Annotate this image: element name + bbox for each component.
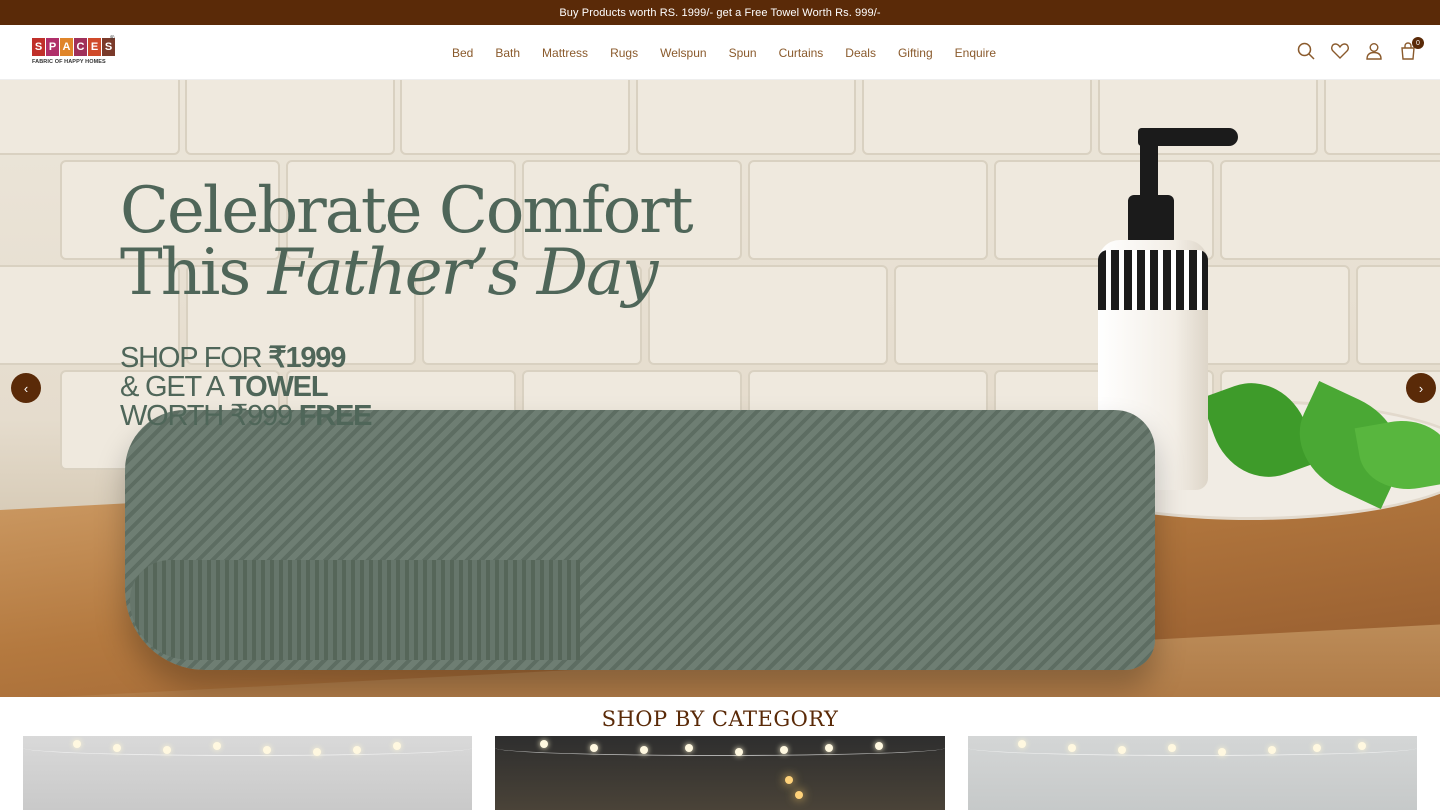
nav-item-bed[interactable]: Bed [452,46,473,60]
bag-icon[interactable]: 0 [1398,37,1424,61]
cart-count-badge: 0 [1412,37,1424,49]
light-bulb [263,746,271,754]
logo-letter: A [60,38,73,56]
category-cards [23,736,1417,810]
hero-title-line2: This Father’s Day [120,241,692,305]
bottle-label-band [1098,250,1208,310]
light-bulb [640,746,648,754]
logo-letter: P [46,38,59,56]
light-bulb [875,742,883,750]
wall-brick [400,80,630,155]
chevron-left-icon: ‹ [23,380,29,396]
nav-item-deals[interactable]: Deals [845,46,876,60]
offer-line-2-bold: TOWEL [229,371,328,403]
logo-letter: E [88,38,101,56]
carousel-prev-button[interactable]: ‹ [11,373,41,403]
nav-item-mattress[interactable]: Mattress [542,46,588,60]
logo-tagline: FABRIC OF HAPPY HOMES [32,59,106,65]
category-card[interactable] [23,736,472,810]
light-bulb [590,744,598,752]
wall-brick [748,160,988,260]
offer-line-3-bold: FREE [298,400,373,432]
hero-title-line2-plain: This [120,236,268,310]
search-icon[interactable] [1296,41,1316,61]
announcement-bar: Buy Products worth RS. 1999/- get a Free… [0,0,1440,25]
main-nav: Bed Bath Mattress Rugs Welspun Spun Curt… [452,25,996,80]
light-bulb [73,740,81,748]
pump-stem [1140,136,1158,198]
light-bulb [1168,744,1176,752]
nav-item-bath[interactable]: Bath [495,46,520,60]
string-lights [968,740,1417,756]
wall-brick [636,80,856,155]
light-bulb [780,746,788,754]
nav-item-spun[interactable]: Spun [729,46,757,60]
site-header: S P A C E S ® FABRIC OF HAPPY HOMES Bed … [0,25,1440,80]
chevron-right-icon: › [1418,380,1424,396]
towel-fold [130,560,580,660]
light-bulb [1268,746,1276,754]
wall-brick [1324,80,1440,155]
announcement-text: Buy Products worth RS. 1999/- get a Free… [559,6,881,19]
offer-line-3: WORTH ₹999 FREE [120,400,373,432]
light-bulb [795,791,803,799]
wall-brick [1356,265,1440,365]
logo-letter: C [74,38,87,56]
nav-item-enquire[interactable]: Enquire [955,46,996,60]
heart-icon[interactable] [1330,41,1350,61]
offer-line-1-plain: SHOP FOR [120,342,269,374]
light-bulb [113,744,121,752]
light-bulb [213,742,221,750]
offer-line-3-plain: WORTH ₹999 [120,400,299,432]
wall-brick [894,265,1114,365]
light-bulb [1313,744,1321,752]
light-bulb [393,742,401,750]
wall-brick [185,80,395,155]
wall-brick [862,80,1092,155]
hero-title: Celebrate Comfort This Father’s Day [120,174,694,305]
light-bulb [540,740,548,748]
carousel-next-button[interactable]: › [1406,373,1436,403]
light-bulb [1218,748,1226,756]
category-card[interactable] [495,736,945,810]
header-icons: 0 [1296,37,1424,61]
hero-banner[interactable]: Celebrate Comfort This Father’s Day SHOP… [0,80,1440,697]
light-bulb [685,744,693,752]
hero-title-line1: Celebrate Comfort [120,174,694,248]
light-bulb [163,746,171,754]
nav-item-rugs[interactable]: Rugs [610,46,638,60]
offer-line-1: SHOP FOR ₹1999 [120,344,371,373]
user-icon[interactable] [1364,41,1384,61]
light-bulb [1068,744,1076,752]
light-bulb [1358,742,1366,750]
light-bulb [785,776,793,784]
light-bulb [1118,746,1126,754]
section-title: SHOP BY CATEGORY [601,707,839,731]
light-bulb [353,746,361,754]
nav-item-gifting[interactable]: Gifting [898,46,933,60]
light-bulb [735,748,743,756]
hero-title-line2-italic: Father’s Day [267,236,659,310]
bottle-cap [1128,195,1174,245]
wall-brick [1220,160,1440,260]
logo-registered-mark: ® [110,36,115,42]
offer-line-1-bold: ₹1999 [268,342,346,374]
category-card[interactable] [968,736,1417,810]
logo[interactable]: S P A C E S ® FABRIC OF HAPPY HOMES [32,36,122,70]
light-bulb [1018,740,1026,748]
string-lights [23,740,472,756]
nav-item-welspun[interactable]: Welspun [660,46,706,60]
logo-letters: S P A C E S [32,38,122,56]
wall-brick [0,80,180,155]
logo-letter: S [32,38,45,56]
offer-line-2: & GET A TOWEL [120,373,371,402]
light-bulb [825,744,833,752]
light-bulb [313,748,321,756]
nav-item-curtains[interactable]: Curtains [779,46,824,60]
offer-line-2-plain: & GET A [120,371,230,403]
hero-offer-text: SHOP FOR ₹1999 & GET A TOWEL WORTH ₹999 … [120,344,373,432]
